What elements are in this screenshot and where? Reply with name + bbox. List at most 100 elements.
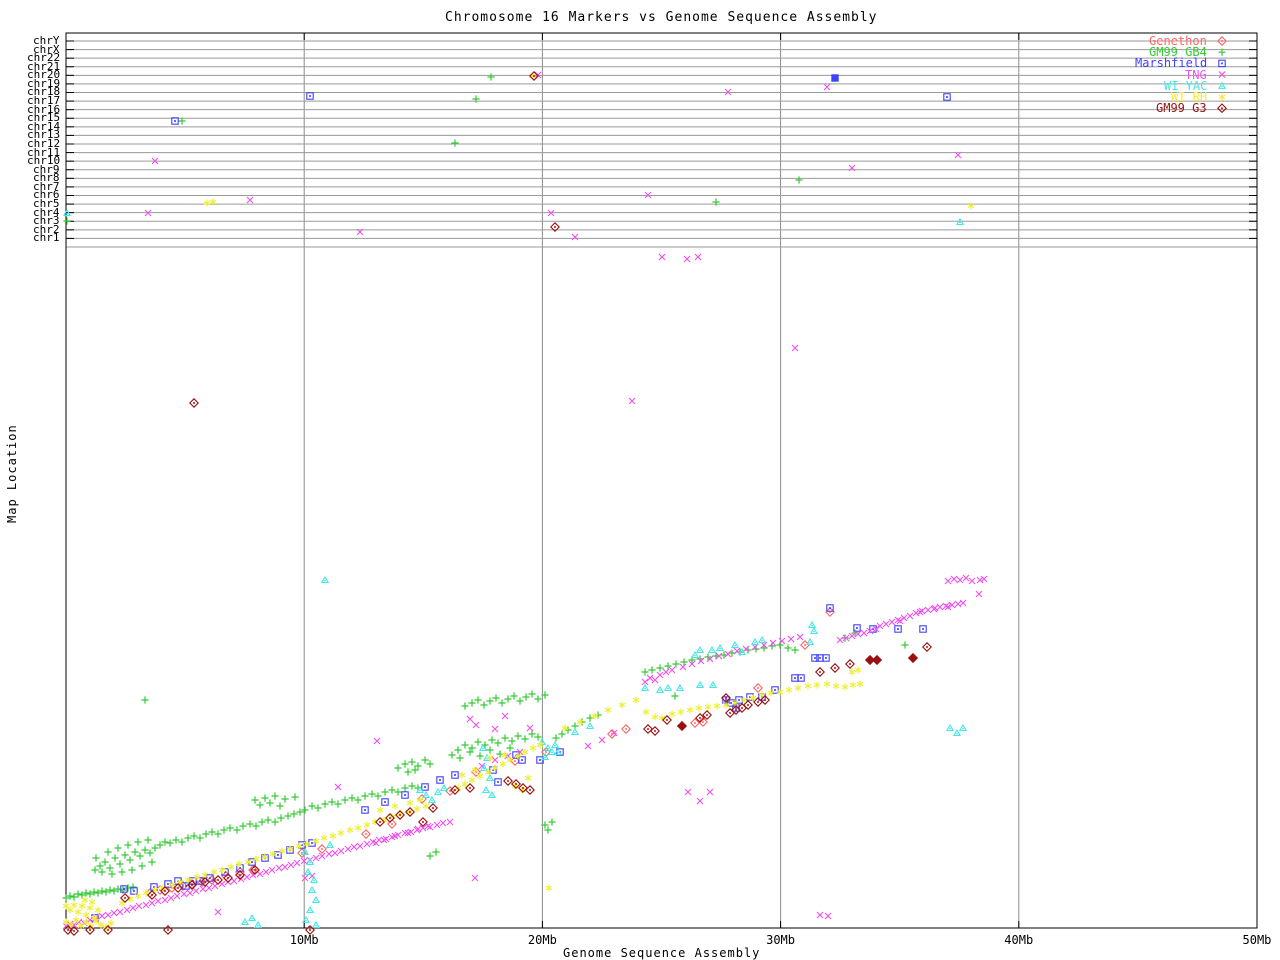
marker-gb4 — [101, 858, 108, 865]
marker-yac — [752, 639, 758, 645]
marker-gb4 — [461, 741, 468, 748]
marker-tng — [351, 844, 357, 850]
marker-gb4 — [114, 844, 121, 851]
marker-rh — [525, 775, 531, 782]
marker-rh — [714, 703, 720, 710]
marker-rh — [245, 859, 251, 866]
marker-gb4 — [506, 744, 513, 751]
marker-tng — [877, 623, 883, 629]
marker-tng — [338, 848, 344, 854]
marker-gb4 — [401, 760, 408, 767]
marker-rh — [135, 893, 141, 900]
marker-gb4 — [381, 788, 388, 795]
marker-gb4 — [401, 784, 408, 791]
marker-marshfield — [452, 772, 458, 778]
marker-yac — [709, 647, 715, 653]
marker-tng — [263, 869, 269, 875]
marker-tng — [960, 600, 966, 606]
marker-yac — [665, 685, 671, 691]
marker-tng — [695, 254, 701, 260]
marker-tng — [200, 886, 206, 892]
marker-rh — [364, 822, 370, 829]
marker-rh — [530, 745, 536, 752]
x-axis-title: Genome Sequence Assembly — [563, 946, 760, 960]
marker-gb4 — [281, 795, 288, 802]
marker-tng — [895, 617, 901, 623]
marker-rh — [228, 864, 234, 871]
marker-gb4 — [233, 826, 240, 833]
marker-tng — [685, 789, 691, 795]
marker-gb4 — [791, 646, 798, 653]
marker-tng — [282, 864, 288, 870]
marker-gb4 — [486, 746, 493, 753]
y-axis-title: Map Location — [5, 424, 19, 523]
marker-rh — [687, 707, 693, 714]
marker-gb4 — [277, 814, 284, 821]
marker-tng — [136, 903, 142, 909]
scatter-plot-canvas — [0, 0, 1280, 960]
marker-tng — [883, 621, 889, 627]
marker-tng — [572, 234, 578, 240]
marker-tng — [657, 672, 663, 678]
marker-marshfield — [792, 675, 798, 681]
marker-gb4 — [276, 802, 283, 809]
marker-rh — [347, 827, 353, 834]
marker-tng — [797, 634, 803, 640]
marker-tng — [697, 798, 703, 804]
marker-tng — [611, 730, 617, 736]
marker-gb4 — [256, 801, 263, 808]
marker-marshfield — [382, 799, 388, 805]
marker-tng — [963, 575, 969, 581]
marker-gb4 — [432, 848, 439, 855]
marker-tng — [825, 913, 831, 919]
marker-gb4 — [63, 217, 70, 224]
marker-gb4 — [426, 852, 433, 859]
marker-yac — [809, 622, 815, 628]
marker-tng — [663, 669, 669, 675]
marker-g3 — [678, 722, 687, 731]
marker-gb4 — [404, 768, 411, 775]
marker-rh — [968, 203, 974, 210]
marker-rh — [321, 835, 327, 842]
legend-glyph-rh — [1219, 94, 1225, 101]
marker-rh — [95, 907, 101, 914]
marker-yac — [487, 775, 493, 781]
marker-gb4 — [271, 792, 278, 799]
marker-yac — [549, 749, 555, 755]
series-tng — [63, 72, 987, 929]
marker-tng — [187, 890, 193, 896]
marker-rh — [619, 702, 625, 709]
marker-rh — [850, 682, 856, 689]
marker-gb4 — [476, 752, 483, 759]
marker-rh — [82, 897, 88, 904]
marker-rh — [459, 772, 465, 779]
marker-gb4 — [126, 856, 133, 863]
marker-tng — [383, 836, 389, 842]
marker-tng — [925, 607, 931, 613]
marker-gb4 — [461, 702, 468, 709]
marker-gb4 — [421, 756, 428, 763]
marker-tng — [381, 837, 387, 843]
marker-tng — [792, 345, 798, 351]
marker-g3 — [644, 725, 652, 733]
marker-gb4 — [498, 699, 505, 706]
marker-rh — [79, 903, 85, 910]
marker-tng — [402, 830, 408, 836]
marker-yac — [309, 887, 315, 893]
marker-tng — [669, 667, 675, 673]
marker-rh — [855, 667, 861, 674]
marker-tng — [288, 862, 294, 868]
marker-marshfield — [823, 655, 829, 661]
marker-rh — [805, 683, 811, 690]
marker-tng — [374, 738, 380, 744]
marker-tng — [707, 789, 713, 795]
marker-tng — [143, 902, 149, 908]
marker-tng — [302, 875, 308, 881]
marker-yac — [313, 922, 319, 928]
marker-rh — [652, 714, 658, 721]
legend-glyph-tng — [1219, 72, 1225, 78]
marker-rh — [75, 909, 81, 916]
marker-rh — [423, 803, 429, 810]
marker-yac — [555, 749, 561, 755]
marker-yac — [255, 922, 261, 928]
